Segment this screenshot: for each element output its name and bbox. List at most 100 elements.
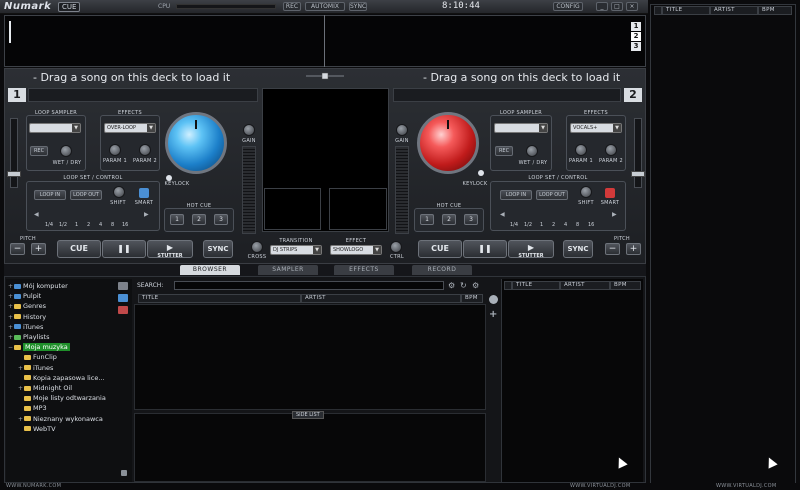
tree-item[interactable]: + iTunes <box>18 364 53 372</box>
search-refresh-icon[interactable]: ↻ <box>460 281 467 290</box>
deck-left-param2-knob[interactable] <box>139 144 151 156</box>
cross-knob[interactable] <box>251 241 263 253</box>
ctrl-knob[interactable] <box>390 241 402 253</box>
right-column-bpm[interactable]: BPM <box>610 281 641 290</box>
deck-right-loop-size[interactable]: 1/2 <box>524 222 532 228</box>
deck-left-effect-dropdown[interactable]: OVER-LOOP ▼ <box>104 123 156 133</box>
tree-item[interactable]: − Moja muzyka <box>8 343 70 352</box>
side-list-label[interactable]: SIDE LIST <box>292 411 324 419</box>
deck-right-loop-prev-icon[interactable]: ◀ <box>500 211 505 218</box>
deck-right-loop-in-button[interactable]: LOOP IN <box>500 190 532 200</box>
search-settings-icon[interactable]: ⚙ <box>472 281 479 290</box>
config-button[interactable]: CONFIG <box>553 2 583 11</box>
deck-left-loop-size[interactable]: 2 <box>87 222 90 228</box>
deck-left-hotcue-1[interactable]: 1 <box>170 214 184 225</box>
deck-right-loop-size[interactable]: 1/4 <box>510 222 518 228</box>
deck-left-gain-knob[interactable] <box>243 124 255 136</box>
deck-left-pitch-minus-button[interactable]: − <box>10 243 25 255</box>
deck-select-2[interactable]: 2 <box>631 32 641 41</box>
deck-left-loop-prev-icon[interactable]: ◀ <box>34 211 39 218</box>
deck-right-hotcue-3[interactable]: 3 <box>464 214 478 225</box>
column-bpm[interactable]: BPM <box>461 294 483 303</box>
tree-item[interactable]: Moje listy odtwarzania <box>18 394 106 402</box>
deck-left-rec-button[interactable]: REC <box>30 146 48 156</box>
tree-item[interactable]: + iTunes <box>8 323 43 331</box>
tree-item[interactable]: + Genres <box>8 302 46 310</box>
deck-right-stutter-button[interactable]: ▶ STUTTER <box>508 240 554 259</box>
deck-right-pitch-handle[interactable] <box>631 171 645 177</box>
deck-right-hotcue-2[interactable]: 2 <box>442 214 456 225</box>
add-icon[interactable]: + <box>489 309 497 320</box>
deck-right-loop-size[interactable]: 4 <box>564 222 567 228</box>
deck-left-sampler-dropdown[interactable]: ▼ <box>29 123 81 133</box>
maximize-icon[interactable]: □ <box>611 2 623 11</box>
deck-left-loop-in-button[interactable]: LOOP IN <box>34 190 66 200</box>
deck-left-jog-wheel[interactable] <box>165 112 227 174</box>
tree-item[interactable]: + Pulpit <box>8 292 41 300</box>
filter-folder-icon[interactable] <box>118 294 128 302</box>
tree-item[interactable]: + Playlists <box>8 333 50 341</box>
deck-left-param1-knob[interactable] <box>109 144 121 156</box>
delete-folder-icon[interactable] <box>118 306 128 314</box>
folder-tree[interactable]: + Mój komputer + Pulpit + Genres + History + iTun… <box>6 279 132 482</box>
tree-item[interactable]: + Midnight Oil <box>18 384 72 392</box>
deck-right-loop-size[interactable]: 16 <box>588 222 594 228</box>
effect-dropdown[interactable]: SHOWLOGO ▼ <box>330 245 382 255</box>
deck-left-pitch-handle[interactable] <box>7 171 21 177</box>
right-list[interactable] <box>501 279 643 482</box>
deck-right-hotcue-1[interactable]: 1 <box>420 214 434 225</box>
deck-right-param1-knob[interactable] <box>575 144 587 156</box>
sync-top-button[interactable]: SYNC <box>349 2 367 11</box>
rec-button[interactable]: REC <box>283 2 301 11</box>
deck-left-stutter-button[interactable]: ▶ STUTTER <box>147 240 193 259</box>
column-artist[interactable]: ARTIST <box>301 294 461 303</box>
deck-select-3[interactable]: 3 <box>631 42 641 51</box>
deck-left-loop-size[interactable]: 1 <box>75 222 78 228</box>
deck-right-pitch-plus-button[interactable]: + <box>626 243 641 255</box>
deck-left-smart-icon[interactable] <box>139 188 149 198</box>
minimize-icon[interactable]: _ <box>596 2 608 11</box>
transition-dropdown[interactable]: DJ STRIPS ▼ <box>270 245 322 255</box>
deck-right-shift-knob[interactable] <box>580 186 592 198</box>
tab-sampler[interactable]: SAMPLER <box>258 265 318 275</box>
search-options-icon[interactable]: ⚙ <box>448 281 455 290</box>
side-list[interactable] <box>134 413 486 482</box>
deck-right-jog-wheel[interactable] <box>417 112 479 174</box>
deck-right-loop-size[interactable]: 2 <box>552 222 555 228</box>
deck-left-loop-size[interactable]: 1/4 <box>45 222 53 228</box>
tab-browser[interactable]: BROWSER <box>180 265 240 275</box>
deck-right-keylock-icon[interactable] <box>478 170 484 176</box>
deck-right-sync-button[interactable]: SYNC <box>563 240 593 258</box>
deck-right-gain-knob[interactable] <box>396 124 408 136</box>
deck-left-loop-out-button[interactable]: LOOP OUT <box>70 190 102 200</box>
tree-item[interactable]: FunClip <box>18 353 57 361</box>
tree-item[interactable]: WebTV <box>18 425 56 433</box>
right-column-artist[interactable]: ARTIST <box>560 281 610 290</box>
deck-right-effect-dropdown[interactable]: VOCALS+ ▼ <box>570 123 622 133</box>
deck-left-sync-button[interactable]: SYNC <box>203 240 233 258</box>
far-column-title[interactable]: TITLE <box>662 6 710 15</box>
deck-right-loop-next-icon[interactable]: ▶ <box>612 211 617 218</box>
deck-left-hotcue-3[interactable]: 3 <box>214 214 228 225</box>
waveform-display[interactable] <box>4 15 646 67</box>
deck-right-wet-dry-knob[interactable] <box>526 145 538 157</box>
deck-left-loop-size[interactable]: 4 <box>99 222 102 228</box>
deck-right-loop-out-button[interactable]: LOOP OUT <box>536 190 568 200</box>
deck-right-loop-size[interactable]: 8 <box>576 222 579 228</box>
deck-right-loop-size[interactable]: 1 <box>540 222 543 228</box>
tree-item[interactable]: + History <box>8 313 46 321</box>
deck-right-rec-button[interactable]: REC <box>495 146 513 156</box>
deck-select-1[interactable]: 1 <box>631 22 641 31</box>
far-column-artist[interactable]: ARTIST <box>710 6 758 15</box>
top-crossfader[interactable] <box>306 72 344 80</box>
footer-numark-link[interactable]: WWW.NUMARK.COM <box>6 483 61 489</box>
deck-left-loop-size[interactable]: 1/2 <box>59 222 67 228</box>
deck-left-wet-dry-knob[interactable] <box>60 145 72 157</box>
tab-record[interactable]: RECORD <box>412 265 472 275</box>
search-input[interactable] <box>174 281 444 290</box>
deck-left-shift-knob[interactable] <box>113 186 125 198</box>
column-title[interactable]: TITLE <box>138 294 301 303</box>
automix-button[interactable]: AUTOMIX <box>305 2 345 11</box>
deck-left-hotcue-2[interactable]: 2 <box>192 214 206 225</box>
globe-icon[interactable] <box>489 295 498 304</box>
